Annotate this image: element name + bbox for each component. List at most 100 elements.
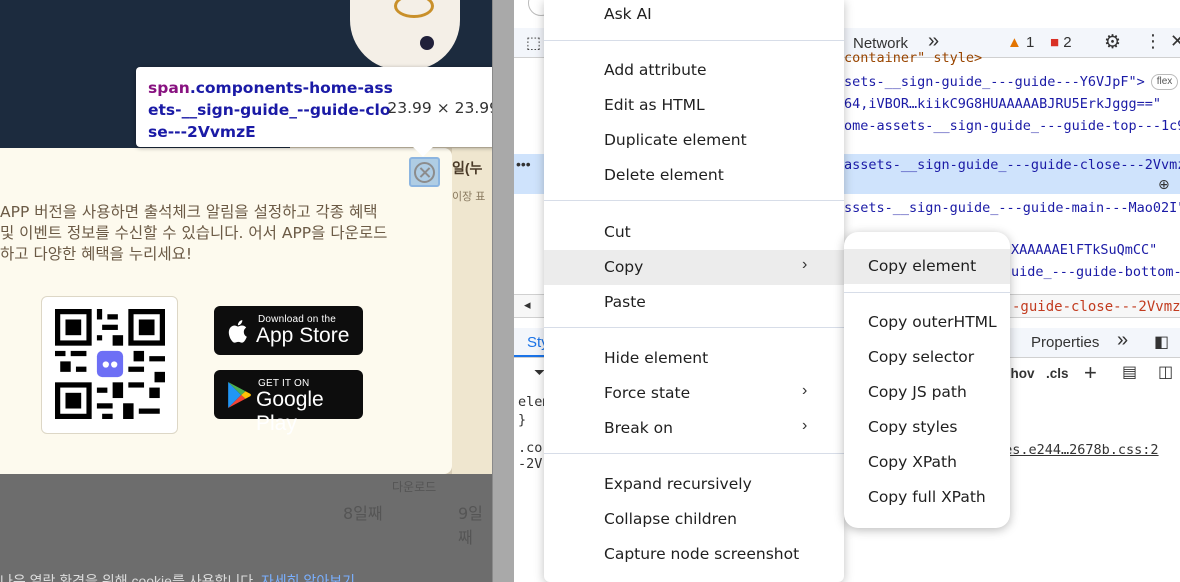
menu-item-copy[interactable]: Copy › <box>544 250 844 285</box>
close-icon[interactable] <box>414 162 435 183</box>
submenu-item-copy-xpath[interactable]: Copy XPath <box>844 445 1010 480</box>
menu-item-break-on[interactable]: Break on › <box>544 411 844 446</box>
menu-item-force-state[interactable]: Force state › <box>544 376 844 411</box>
tab-properties[interactable]: Properties <box>1031 334 1099 351</box>
menu-item-label: Expand recursively <box>604 475 752 493</box>
breadcrumb-selected[interactable]: -guide-close---2VvmzE <box>1012 299 1180 315</box>
chevron-right-icon: › <box>802 382 808 399</box>
chevron-right-icon: › <box>802 417 808 434</box>
app-store-button[interactable]: Download on the App Store <box>214 306 363 355</box>
dom-node-text: uide_---guide-bottom- <box>1011 264 1180 280</box>
errors-count: 2 <box>1063 34 1072 51</box>
css-rule-selector: .co <box>518 440 543 456</box>
computed-sidebar-icon[interactable]: ◫ <box>1158 362 1173 382</box>
submenu-item-label: Copy full XPath <box>868 488 986 506</box>
ellipsis-icon[interactable]: ••• <box>516 156 531 172</box>
app-store-label: App Store <box>256 324 350 347</box>
submenu-item-copy-full-xpath[interactable]: Copy full XPath <box>844 480 1010 515</box>
cookie-notice: 나은 열람 환경을 위해 cookie를 사용합니다. 자세히 알아보기 <box>0 571 355 582</box>
paint-icon[interactable]: ▤ <box>1122 362 1137 382</box>
submenu-item-label: Copy styles <box>868 418 958 436</box>
menu-separator <box>544 327 844 328</box>
warnings-badge[interactable]: ▲ 1 <box>1007 34 1034 51</box>
menu-separator <box>544 40 844 41</box>
menu-item-paste[interactable]: Paste <box>544 285 844 320</box>
menu-item-expand-recursively[interactable]: Expand recursively <box>544 467 844 502</box>
day-label: 9일째 <box>458 504 483 547</box>
dom-node-text: assets-__sign-guide_---guide-close---2Vv… <box>844 157 1180 173</box>
dom-node-text: ssets-__sign-guide_---guide-main---Mao02… <box>844 200 1180 216</box>
tooltip-selector: span.components-home-assets-__sign-guide… <box>148 77 398 143</box>
menu-separator <box>544 453 844 454</box>
flex-badge[interactable]: flex <box>1150 74 1179 90</box>
menu-item-add-attribute[interactable]: Add attribute <box>544 53 844 88</box>
menu-item-duplicate-element[interactable]: Duplicate element <box>544 123 844 158</box>
error-icon: ■ <box>1050 34 1060 51</box>
submenu-item-label: Copy element <box>868 257 977 275</box>
more-style-tabs-icon[interactable]: » <box>1117 329 1128 352</box>
close-devtools-icon[interactable]: ✕ <box>1170 31 1180 52</box>
settings-gear-icon[interactable]: ⚙ <box>1104 31 1121 54</box>
new-style-rule-icon[interactable]: ⊕ <box>1158 176 1170 193</box>
google-play-button[interactable]: GET IT ON Google Play <box>214 370 363 435</box>
page-scrollbar[interactable] <box>492 0 514 582</box>
dom-node-text: sets-__sign-guide_---guide---Y6VJpF"> <box>844 74 1145 90</box>
google-play-label: Google Play <box>256 388 324 435</box>
menu-item-label: Add attribute <box>604 61 707 79</box>
submenu-item-copy-styles[interactable]: Copy styles <box>844 410 1010 445</box>
submenu-item-copy-outerhtml[interactable]: Copy outerHTML <box>844 305 1010 340</box>
submenu-item-label: Copy JS path <box>868 383 967 401</box>
qr-code-image <box>55 309 165 419</box>
cookie-learn-more-link[interactable]: 자세히 알아보기 <box>261 573 355 582</box>
menu-item-ask-ai[interactable]: Ask AI <box>544 0 844 32</box>
character-eye <box>420 36 434 50</box>
dom-node-line[interactable]: sets-__sign-guide_---guide---Y6VJpF"> fle… <box>844 74 1179 90</box>
menu-item-label: Edit as HTML <box>604 96 705 114</box>
dom-node-line[interactable]: uide_---guide-bottom- <box>1011 264 1180 280</box>
submenu-item-copy-js-path[interactable]: Copy JS path <box>844 375 1010 410</box>
submenu-item-copy-element[interactable]: Copy element <box>844 249 1010 284</box>
dom-node-text: 64,iVBOR…kiikC9G8HUAAAAABJRU5ErkJggg==" <box>844 96 1161 112</box>
class-toggle[interactable]: .cls <box>1046 366 1069 381</box>
dom-node-line[interactable]: XAAAAAElFTkSuQmCC" <box>1011 242 1157 258</box>
menu-item-label: Delete element <box>604 166 724 184</box>
menu-item-label: Copy <box>604 258 644 276</box>
submenu-item-label: Copy outerHTML <box>868 313 997 331</box>
copy-submenu: Copy element Copy outerHTML Copy selector C… <box>844 232 1010 528</box>
modal-close-button[interactable] <box>409 157 440 187</box>
scroll-left-icon[interactable]: ◂ <box>524 297 531 313</box>
app-download-modal: APP 버전을 사용하면 출석체크 알림을 설정하고 각종 혜택 및 이벤트 정… <box>0 148 452 474</box>
dom-node-line[interactable]: container" style> <box>844 50 982 66</box>
menu-item-label: Paste <box>604 293 646 311</box>
menu-item-collapse-children[interactable]: Collapse children <box>544 502 844 537</box>
menu-item-label: Collapse children <box>604 510 737 528</box>
menu-item-cut[interactable]: Cut <box>544 215 844 250</box>
dom-node-line[interactable]: ome-assets-__sign-guide_---guide-top---1… <box>844 118 1180 134</box>
menu-item-label: Break on <box>604 419 673 437</box>
menu-item-delete-element[interactable]: Delete element <box>544 158 844 193</box>
chevron-right-icon: › <box>802 256 808 273</box>
css-source-link[interactable]: les.e244…2678b.css:2 <box>996 442 1159 458</box>
menu-item-hide-element[interactable]: Hide element <box>544 341 844 376</box>
errors-badge[interactable]: ■ 2 <box>1050 34 1072 51</box>
menu-item-edit-as-html[interactable]: Edit as HTML <box>544 88 844 123</box>
dom-node-line[interactable]: ssets-__sign-guide_---guide-main---Mao02… <box>844 200 1180 216</box>
dom-node-text: ome-assets-__sign-guide_---guide-top---1… <box>844 118 1180 134</box>
warning-icon: ▲ <box>1007 34 1022 51</box>
cookie-notice-text: 나은 열람 환경을 위해 cookie를 사용합니다. <box>0 573 258 582</box>
inspect-icon[interactable]: ⬚ <box>526 33 541 53</box>
submenu-item-copy-selector[interactable]: Copy selector <box>844 340 1010 375</box>
hover-state-toggle[interactable]: :hov <box>1006 366 1035 381</box>
warnings-count: 1 <box>1026 34 1035 51</box>
more-options-icon[interactable]: ⋮ <box>1144 31 1162 52</box>
google-play-icon <box>228 382 251 408</box>
menu-item-label: Ask AI <box>604 5 652 23</box>
modal-description: APP 버전을 사용하면 출석체크 알림을 설정하고 각종 혜택 및 이벤트 정… <box>0 203 388 263</box>
download-label: 다운로드 <box>392 480 437 494</box>
menu-separator <box>544 200 844 201</box>
menu-item-capture-node-screenshot[interactable]: Capture node screenshot <box>544 537 844 572</box>
inspect-element-tooltip: span.components-home-assets-__sign-guide… <box>136 67 494 147</box>
toggle-sidebar-icon[interactable]: ◧ <box>1154 332 1169 352</box>
dom-node-line[interactable]: 64,iVBOR…kiikC9G8HUAAAAABJRU5ErkJggg==" <box>844 96 1161 112</box>
add-rule-icon[interactable]: + <box>1084 360 1097 386</box>
